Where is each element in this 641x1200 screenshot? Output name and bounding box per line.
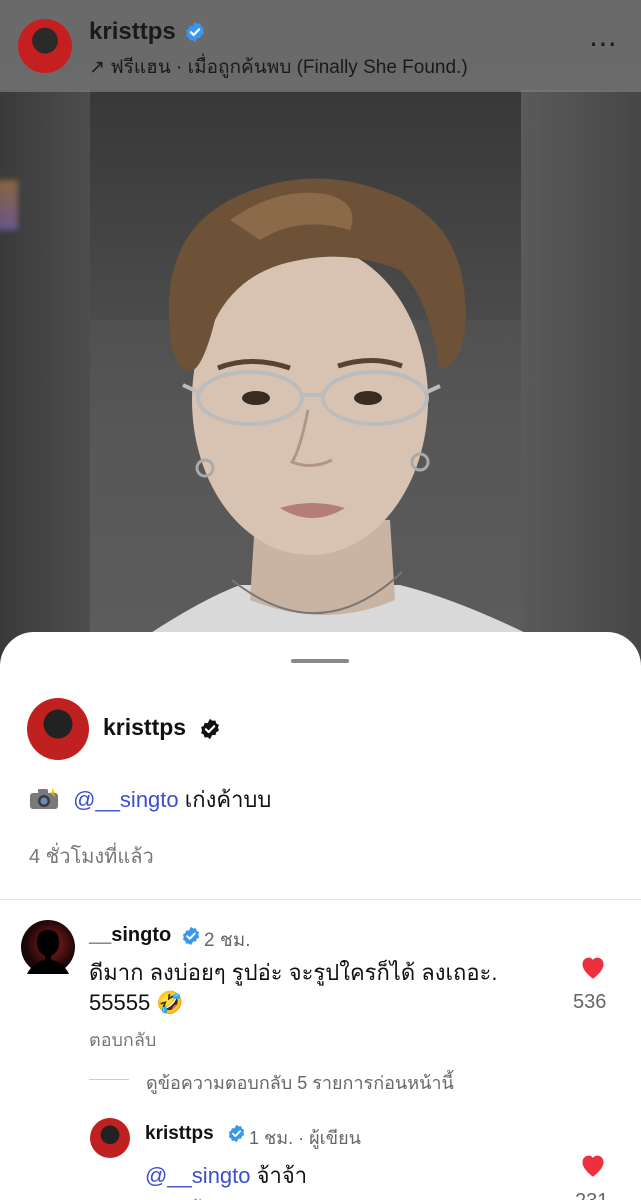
reply-body: จ้าจ้า	[256, 1163, 308, 1188]
sheet-drag-handle[interactable]	[291, 659, 349, 663]
author-avatar[interactable]	[27, 698, 89, 760]
music-title: ฟรีแฮน · เมื่อถูกค้นพบ (Finally She Foun…	[110, 57, 468, 78]
author-username[interactable]: kristtps	[103, 714, 186, 741]
view-previous-replies[interactable]: ดูข้อความตอบกลับ 5 รายการก่อนหน้านี้	[146, 1068, 454, 1097]
heart-icon[interactable]	[579, 1152, 607, 1183]
reply-author-username[interactable]: kristtps	[145, 1123, 214, 1145]
reply-meta: 1 ชม. · ผู้เขียน	[249, 1128, 361, 1148]
like-count: 536	[573, 991, 607, 1013]
verified-badge-icon	[227, 1124, 246, 1148]
person-portrait	[140, 178, 540, 720]
replies-connector-line	[89, 1079, 129, 1080]
reply-author-avatar[interactable]	[90, 1118, 130, 1158]
commenter-username[interactable]: __singto	[89, 924, 171, 947]
reply-text: @__singto จ้าจ้า	[145, 1158, 307, 1193]
caption-mention[interactable]: @__singto	[73, 787, 179, 812]
post-header: kristtps ↗ ฟรีแฮน · เมื่อถูกค้นพบ (Final…	[0, 0, 641, 92]
post-photo[interactable]	[0, 0, 641, 720]
verified-badge-icon	[199, 718, 221, 745]
reply-button[interactable]: ตอบกลับ	[145, 1192, 212, 1200]
verified-badge-icon	[181, 926, 201, 951]
comment-text: ดีมาก ลงบ่อยๆ รูปอ่ะ จะรูปใครก็ได้ ลงเถอ…	[89, 960, 498, 1015]
reply-button[interactable]: ตอบกลับ	[89, 1025, 156, 1054]
verified-badge-icon	[184, 21, 206, 48]
header-avatar[interactable]	[18, 19, 72, 73]
post-caption: @__singto เก่งค้าบบ	[29, 782, 271, 817]
arrow-up-right-icon: ↗	[89, 57, 105, 78]
more-options-icon[interactable]: ⋯	[589, 30, 619, 58]
camera-flash-icon	[29, 788, 59, 816]
post-timestamp: 4 ชั่วโมงที่แล้ว	[29, 846, 154, 868]
commenter-avatar[interactable]	[21, 920, 75, 974]
screen: kristtps ↗ ฟรีแฮน · เมื่อถูกค้นพบ (Final…	[0, 0, 641, 1200]
caption-text: เก่งค้าบบ	[184, 787, 272, 812]
music-info[interactable]: ↗ ฟรีแฮน · เมื่อถูกค้นพบ (Finally She Fo…	[89, 52, 468, 82]
like-count: 231	[575, 1190, 608, 1200]
divider	[0, 899, 641, 900]
header-username[interactable]: kristtps	[89, 18, 176, 46]
comments-sheet: kristtps @__singto เก่งค้าบบ 4 ชั่วโมงที…	[0, 632, 641, 1200]
reply-mention[interactable]: @__singto	[145, 1163, 251, 1188]
heart-icon[interactable]	[579, 954, 607, 985]
comment-time: 2 ชม.	[204, 930, 251, 951]
